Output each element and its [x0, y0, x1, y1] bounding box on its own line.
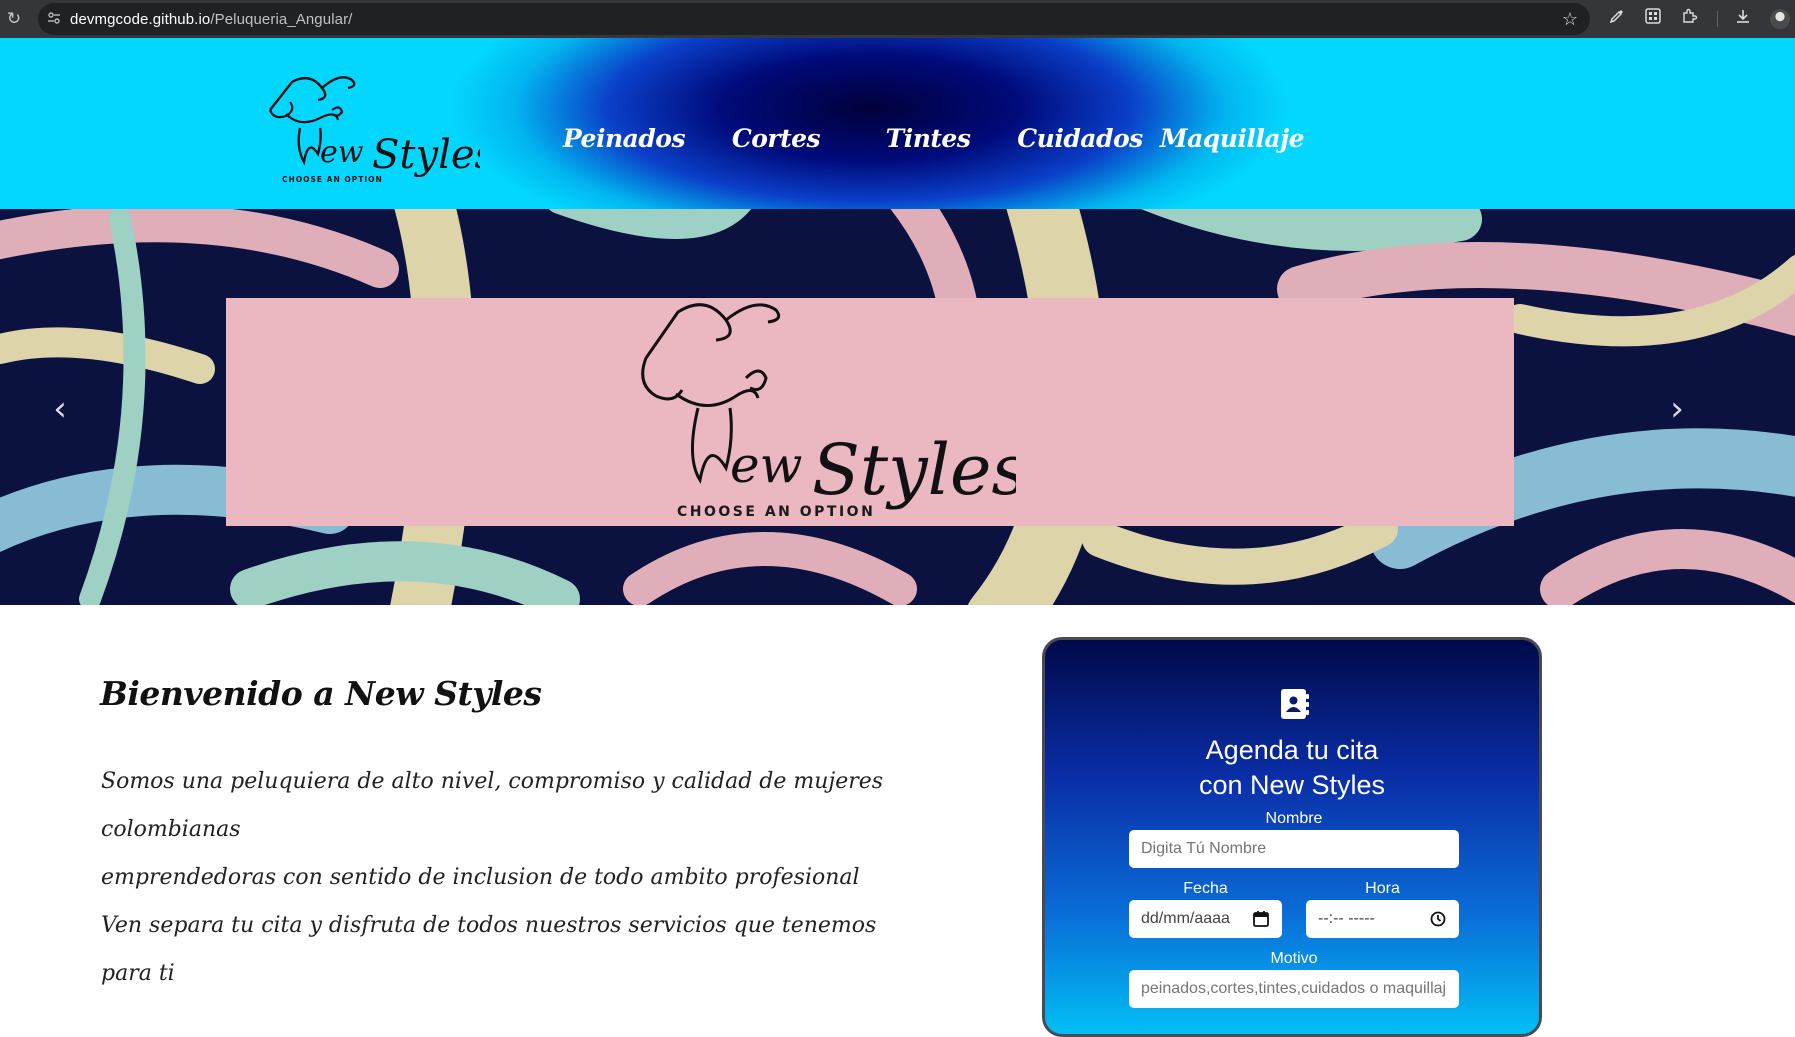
date-field[interactable]: dd/mm/aaaa [1129, 900, 1282, 938]
booking-title: Agenda tu cita con New Styles [1045, 733, 1539, 803]
name-input[interactable] [1141, 840, 1447, 858]
svg-text:ew: ew [320, 135, 364, 170]
banner-logo: ew Styles [641, 303, 1016, 511]
welcome-line-3: Ven separa tu cita y disfruta de todos n… [101, 913, 877, 986]
main-nav: Peinados Cortes Tintes Cuidados Maquilla… [548, 124, 1308, 153]
nav-item-cuidados[interactable]: Cuidados [1004, 124, 1156, 153]
reload-icon[interactable]: ↻ [4, 9, 24, 29]
bookmark-star-icon[interactable]: ☆ [1562, 9, 1578, 30]
booking-card: Agenda tu cita con New Styles Nombre Fec… [1042, 637, 1542, 1037]
svg-text:Styles: Styles [812, 429, 1016, 511]
clock-icon[interactable] [1429, 910, 1447, 928]
url-text: devmgcode.github.io/Peluqueria_Angular/ [70, 11, 352, 28]
welcome-line-2: emprendedoras con sentido de inclusion d… [101, 865, 860, 890]
logo-caption: CHOOSE AN OPTION [282, 175, 383, 184]
carousel-slide-banner: ew Styles CHOOSE AN OPTION [226, 298, 1514, 526]
new-styles-logo[interactable]: ew Styles CHOOSE AN OPTION [260, 58, 480, 198]
hero-carousel: ew Styles CHOOSE AN OPTION ‹ › [0, 209, 1795, 605]
banner-caption: CHOOSE AN OPTION [677, 504, 876, 520]
name-field[interactable] [1129, 830, 1459, 868]
nav-item-peinados[interactable]: Peinados [548, 124, 700, 153]
welcome-line-1: Somos una peluquiera de alto nivel, comp… [101, 769, 884, 842]
reason-input[interactable] [1141, 980, 1447, 998]
welcome-text: Somos una peluquiera de alto nivel, comp… [101, 758, 901, 998]
time-label: Hora [1365, 880, 1400, 897]
date-value: dd/mm/aaaa [1141, 910, 1230, 927]
eyedropper-icon[interactable] [1606, 8, 1628, 30]
url-domain: devmgcode.github.io [70, 10, 211, 28]
time-field[interactable]: --:-- ----- [1306, 900, 1459, 938]
toolbar-separator [1717, 11, 1718, 27]
url-path: /Peluqueria_Angular/ [210, 10, 353, 28]
browser-toolbar: ↻ devmgcode.github.io/Peluqueria_Angular… [0, 0, 1795, 38]
reason-field[interactable] [1129, 970, 1459, 1008]
time-value: --:-- ----- [1318, 910, 1375, 927]
booking-title-line-2: con New Styles [1198, 770, 1386, 800]
reason-label: Motivo [1270, 950, 1318, 967]
carousel-next-icon[interactable]: › [1657, 389, 1697, 429]
svg-text:Styles: Styles [372, 132, 480, 178]
carousel-prev-icon[interactable]: ‹ [40, 389, 80, 429]
date-label: Fecha [1183, 880, 1228, 897]
calendar-icon[interactable] [1252, 910, 1270, 928]
svg-text:ew: ew [730, 436, 802, 494]
qr-code-icon[interactable] [1642, 8, 1664, 30]
extensions-icon[interactable] [1679, 8, 1701, 30]
profile-avatar[interactable] [1770, 9, 1790, 29]
name-label: Nombre [1265, 810, 1323, 827]
welcome-title: Bienvenido a New Styles [100, 674, 542, 713]
booking-title-line-1: Agenda tu cita [1205, 735, 1379, 765]
nav-item-cortes[interactable]: Cortes [700, 124, 852, 153]
nav-item-tintes[interactable]: Tintes [852, 124, 1004, 153]
address-book-icon [1281, 689, 1309, 719]
site-info-icon[interactable] [38, 11, 70, 27]
address-bar[interactable]: devmgcode.github.io/Peluqueria_Angular/ … [38, 3, 1590, 35]
nav-item-maquillaje[interactable]: Maquillaje [1156, 124, 1308, 153]
site-header: ew Styles CHOOSE AN OPTION Peinados Cort… [0, 38, 1795, 209]
download-icon[interactable] [1732, 8, 1754, 30]
